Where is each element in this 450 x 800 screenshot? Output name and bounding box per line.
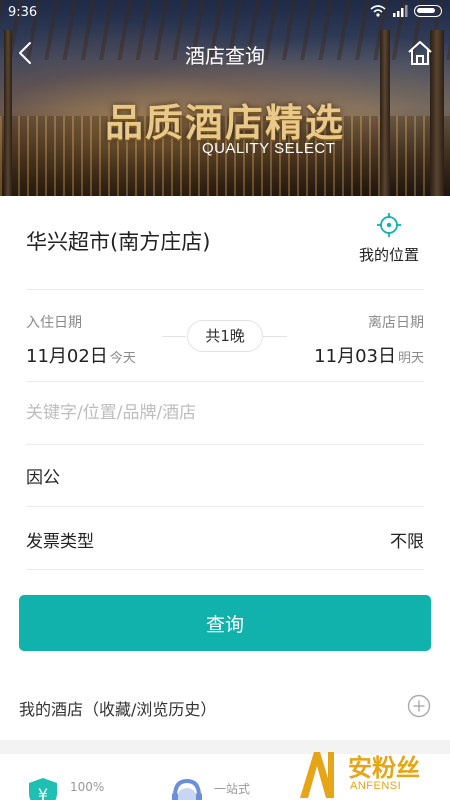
watermark-logo: 安粉丝 ANFENSI (290, 748, 450, 800)
plus-circle-icon[interactable] (407, 694, 431, 718)
logo-mark-icon (300, 752, 334, 798)
date-row: 入住日期 离店日期 11月02日 今天 11月03日 明天 共1晚 (26, 290, 424, 382)
invoice-type-row[interactable]: 发票类型 不限 (26, 507, 424, 570)
svg-text:¥: ¥ (38, 785, 48, 800)
my-hotels-row[interactable]: 我的酒店（收藏/浏览历史） (19, 690, 431, 726)
battery-icon (414, 5, 442, 17)
headset-icon (172, 778, 202, 800)
invoice-type-label: 发票类型 (26, 532, 94, 552)
watermark-text: 安粉丝 (348, 754, 420, 782)
home-icon[interactable] (406, 40, 434, 66)
my-hotels-label: 我的酒店（收藏/浏览历史） (19, 700, 217, 719)
signal-icon (393, 5, 408, 17)
checkout-date[interactable]: 11月03日 明天 (314, 342, 424, 368)
invoice-type-value: 不限 (390, 532, 424, 552)
trip-purpose-value: 因公 (26, 468, 60, 488)
divider (162, 336, 186, 337)
destination-row[interactable]: 华兴超市(南方庄店) 我的位置 (26, 196, 424, 290)
search-button[interactable]: 查询 (19, 595, 431, 651)
banner-headline: 品质酒店精选 (104, 100, 345, 145)
wifi-icon (370, 5, 386, 17)
watermark-sub: ANFENSI (350, 780, 402, 792)
hotel-banner: 9:36 酒店查询 品质酒店精选 QUALITY SELECT (0, 0, 450, 196)
my-location-label: 我的位置 (358, 246, 419, 264)
checkout-date-value: 11月03日 (314, 346, 396, 367)
feature-text: 一站式 (214, 782, 251, 796)
checkin-date-value: 11月02日 (26, 346, 108, 367)
checkout-day: 明天 (397, 351, 424, 366)
yen-shield-icon: ¥ (29, 778, 57, 800)
status-bar: 9:36 (0, 0, 450, 26)
divider (263, 336, 287, 337)
keyword-search-input[interactable] (26, 396, 424, 430)
status-time: 9:36 (8, 5, 38, 20)
checkin-day: 今天 (109, 351, 136, 366)
page-title: 酒店查询 (185, 44, 265, 68)
nights-badge: 共1晚 (187, 320, 263, 352)
feature-text: 100% (70, 780, 105, 794)
status-icons (370, 5, 442, 17)
checkout-label: 离店日期 (368, 315, 424, 331)
my-location-button[interactable]: 我的位置 (354, 212, 424, 272)
keyword-row (26, 382, 424, 445)
hotel-search-form: 华兴超市(南方庄店) 我的位置 入住日期 离店日期 11月02日 今天 11月03… (0, 196, 450, 740)
trip-purpose-row[interactable]: 因公 (26, 445, 424, 507)
banner-subtitle: QUALITY SELECT (202, 140, 336, 157)
checkin-label: 入住日期 (26, 315, 82, 331)
crosshair-icon (377, 213, 401, 237)
checkin-date[interactable]: 11月02日 今天 (26, 342, 136, 368)
destination-text[interactable]: 华兴超市(南方庄店) (26, 226, 210, 256)
